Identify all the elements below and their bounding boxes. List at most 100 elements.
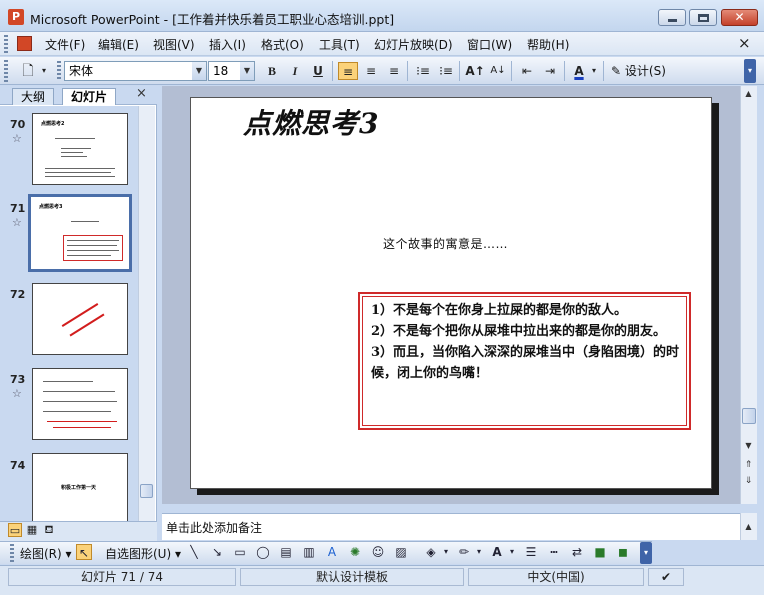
toolbar-options-icon[interactable]: ▾: [744, 59, 756, 83]
menu-edit[interactable]: 编辑(E): [98, 36, 139, 53]
tab-outline[interactable]: 大纲: [12, 88, 55, 105]
align-right-button[interactable]: ≡: [384, 62, 404, 80]
line-color-icon[interactable]: ✏: [456, 544, 472, 560]
slide-scrollbar[interactable]: ▲ ▼ ⇑ ⇓: [740, 86, 757, 504]
menu-help[interactable]: 帮助(H): [527, 36, 569, 53]
notes-scrollbar[interactable]: ▲: [740, 513, 757, 540]
align-left-button[interactable]: ≡: [338, 62, 358, 80]
draw-menu-button[interactable]: 绘图(R) ▾: [20, 545, 72, 562]
italic-button[interactable]: I: [285, 62, 305, 80]
template-status: 默认设计模板: [240, 568, 464, 586]
slideshow-view-icon[interactable]: ⛾: [42, 523, 56, 537]
align-center-button[interactable]: ≡: [361, 62, 381, 80]
chevron-down-icon[interactable]: ▾: [474, 544, 484, 560]
thumbnails-scrollbar[interactable]: [138, 106, 155, 521]
font-size-select[interactable]: 18 ▼: [208, 61, 255, 81]
thumbnail-title: 点燃思考2: [41, 121, 65, 127]
font-color-icon[interactable]: A: [489, 544, 505, 560]
document-icon[interactable]: [17, 36, 32, 51]
increase-indent-icon[interactable]: ⇥: [540, 62, 560, 80]
scroll-down-icon[interactable]: ▼: [741, 438, 756, 453]
scroll-up-icon[interactable]: ▲: [741, 519, 756, 534]
new-document-icon[interactable]: 🗋: [18, 62, 38, 80]
slide-thumbnail-73[interactable]: [32, 368, 128, 440]
dash-style-icon[interactable]: ┅: [546, 544, 562, 560]
menu-tools[interactable]: 工具(T): [319, 36, 360, 53]
tab-slides[interactable]: 幻灯片: [62, 88, 117, 105]
menu-view[interactable]: 视图(V): [153, 36, 195, 53]
rectangle-icon[interactable]: ▭: [232, 544, 248, 560]
textbox-icon[interactable]: ▤: [278, 544, 294, 560]
notes-placeholder[interactable]: 单击此处添加备注: [166, 519, 262, 536]
slide-thumbnail-74[interactable]: 积极工作第一天: [32, 453, 128, 521]
chevron-down-icon[interactable]: ▼: [240, 62, 254, 80]
select-pointer-icon[interactable]: ↖: [76, 544, 92, 560]
slide-number: 73: [10, 373, 26, 386]
slide-thumbnails[interactable]: 70 ☆ 点燃思考2 71 ☆ 点燃思考3 72 73 ☆ 74 积极工作第一天: [0, 106, 138, 521]
toolbar-separator: [603, 61, 604, 81]
next-slide-icon[interactable]: ⇓: [741, 474, 756, 489]
close-window-button[interactable]: ✕: [721, 9, 758, 26]
line-style-icon[interactable]: ☰: [523, 544, 539, 560]
slide-thumbnail-71[interactable]: 点燃思考3: [28, 194, 132, 272]
font-name-select[interactable]: 宋体 ▼: [64, 61, 207, 81]
slide-sorter-icon[interactable]: ▦: [25, 523, 39, 537]
decrease-indent-icon[interactable]: ⇤: [517, 62, 537, 80]
autoshapes-button[interactable]: 自选图形(U) ▾: [105, 545, 181, 562]
wordart-icon[interactable]: A: [324, 544, 340, 560]
menu-slideshow[interactable]: 幻灯片放映(D): [374, 36, 453, 53]
toolbar-grip-icon[interactable]: [10, 544, 14, 562]
menu-format[interactable]: 格式(O): [261, 36, 304, 53]
vertical-textbox-icon[interactable]: ▥: [301, 544, 317, 560]
chevron-down-icon[interactable]: ▾: [589, 62, 599, 80]
menu-window[interactable]: 窗口(W): [467, 36, 512, 53]
scroll-up-icon[interactable]: ▲: [741, 86, 756, 101]
window-title: Microsoft PowerPoint - [工作着并快乐着员工职业心态培训.…: [30, 12, 395, 27]
toolbar-separator: [564, 61, 565, 81]
previous-slide-icon[interactable]: ⇑: [741, 458, 756, 473]
toolbar-grip-icon[interactable]: [4, 60, 8, 82]
spelling-check-icon[interactable]: ✔: [648, 568, 684, 586]
chevron-down-icon[interactable]: ▾: [441, 544, 451, 560]
chevron-down-icon[interactable]: ▼: [192, 62, 206, 80]
slide-title[interactable]: 点燃思考3: [243, 102, 379, 142]
underline-button[interactable]: U: [308, 62, 328, 80]
normal-view-icon[interactable]: ▭: [8, 523, 22, 537]
menu-insert[interactable]: 插入(I): [209, 36, 246, 53]
oval-icon[interactable]: ◯: [255, 544, 271, 560]
minimize-button[interactable]: [658, 9, 686, 26]
3d-style-icon[interactable]: ◼: [615, 544, 631, 560]
shadow-style-icon[interactable]: ■: [592, 544, 608, 560]
scrollbar-thumb[interactable]: [140, 484, 153, 498]
decrease-font-icon[interactable]: A↓: [488, 62, 508, 80]
slide-subtitle[interactable]: 这个故事的寓意是……: [383, 235, 508, 252]
scrollbar-thumb[interactable]: [742, 408, 756, 424]
picture-icon[interactable]: ▨: [393, 544, 409, 560]
arrow-icon[interactable]: ↘: [209, 544, 225, 560]
new-dropdown-icon[interactable]: ▾: [39, 62, 49, 80]
clipart-icon[interactable]: ☺: [370, 544, 386, 560]
font-color-icon[interactable]: A: [569, 62, 589, 80]
toolbar-grip-icon[interactable]: [57, 61, 61, 81]
numbering-icon[interactable]: ⁝≡: [413, 62, 433, 80]
fill-color-icon[interactable]: ◈: [423, 544, 439, 560]
arrow-style-icon[interactable]: ⇄: [569, 544, 585, 560]
close-icon: ✕: [734, 10, 745, 24]
slide-points-box[interactable]: 1）不是每个在你身上拉屎的都是你的敌人。 2）不是每个把你从屎堆中拉出来的都是你…: [358, 292, 691, 430]
close-document-icon[interactable]: ×: [738, 34, 751, 52]
menubar-grip-icon[interactable]: [4, 35, 8, 53]
design-button[interactable]: ✎ 设计(S): [611, 62, 666, 79]
chevron-down-icon[interactable]: ▾: [507, 544, 517, 560]
slide-thumbnail-72[interactable]: [32, 283, 128, 355]
bold-button[interactable]: B: [262, 62, 282, 80]
toolbar-options-icon[interactable]: ▾: [640, 542, 652, 564]
bullets-icon[interactable]: ⁝≡: [436, 62, 456, 80]
line-icon[interactable]: ╲: [186, 544, 202, 560]
diagram-icon[interactable]: ✺: [347, 544, 363, 560]
slide-point: 1）不是每个在你身上拉屎的都是你的敌人。: [371, 303, 628, 318]
maximize-button[interactable]: [689, 9, 717, 26]
close-pane-icon[interactable]: ×: [136, 86, 147, 101]
slide-thumbnail-70[interactable]: 点燃思考2: [32, 113, 128, 185]
menu-file[interactable]: 文件(F): [45, 36, 85, 53]
increase-font-icon[interactable]: A↑: [465, 62, 485, 80]
